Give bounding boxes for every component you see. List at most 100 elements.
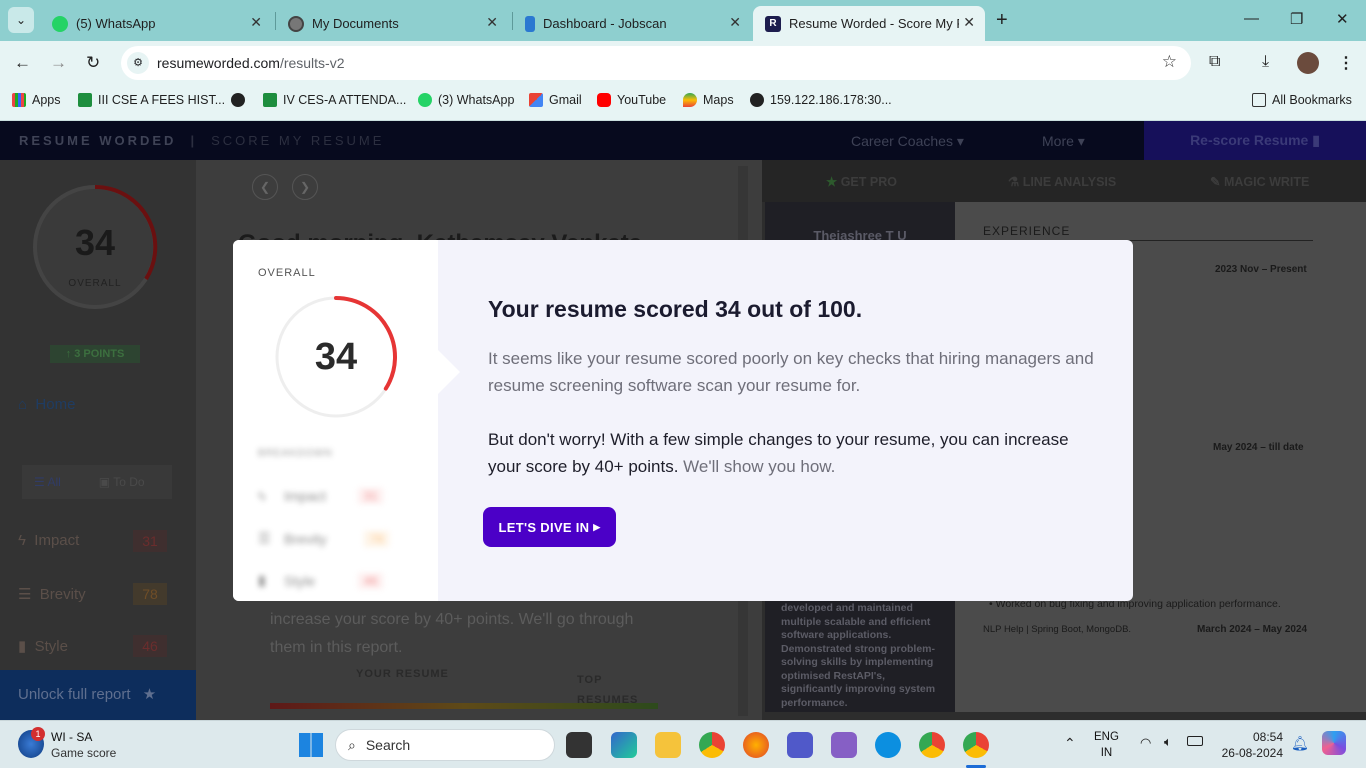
volume-icon[interactable]: 🔈︎ [1164,734,1172,750]
globe-icon [288,15,304,32]
sidebar-home[interactable]: ⌂ Home [18,396,75,413]
sidebar-item-impact[interactable]: ϟ Impact [18,532,79,549]
maps-icon [683,93,697,107]
notification-bell-icon[interactable]: 🔔︎ [1291,735,1309,752]
url-path: /results-v2 [279,55,345,71]
download-icon[interactable]: ⤓ [1262,53,1269,71]
clock[interactable]: 08:54 26-08-2024 [1215,729,1283,761]
bookmark-fees[interactable]: III CSE A FEES HIST... [78,93,225,107]
folder-icon [1252,93,1266,107]
overall-label: OVERALL [258,267,316,279]
browser-toolbar: ← → ↻ ⚙ resumeworded.com/results-v2 ☆ ⧉ … [0,41,1366,85]
firefox-icon[interactable] [743,732,769,758]
tab-line-analysis[interactable]: ⚗ LINE ANALYSIS [1008,174,1116,189]
battery-icon[interactable] [1187,736,1203,746]
forward-button[interactable]: → [50,53,67,73]
filter-toggle[interactable]: ☰ All ▣ To Do [22,465,172,499]
bookmark-globe[interactable] [231,93,251,107]
sheets-icon [263,93,277,107]
chrome-active-icon[interactable] [963,732,989,758]
unlock-full-report-button[interactable]: Unlock full report ★ [0,670,196,720]
breakdown-label: BREAKDOWN [258,448,333,459]
prev-arrow-button[interactable]: ❮ [252,174,278,200]
close-tab-icon[interactable]: ✕ [963,14,975,31]
close-tab-icon[interactable]: ✕ [729,14,741,31]
bookmark-star-icon[interactable]: ☆ [1162,52,1177,72]
next-arrow-button[interactable]: ❯ [292,174,318,200]
close-tab-icon[interactable]: ✕ [250,14,262,31]
skype-icon[interactable] [875,732,901,758]
breakdown-style: ▮ Style 46 [258,572,408,589]
bookmarks-bar: Apps III CSE A FEES HIST... IV CES-A ATT… [0,85,1366,121]
avatar[interactable] [1297,52,1319,74]
bookmark-youtube[interactable]: YouTube [597,93,666,107]
home-icon: ⌂ [18,396,28,413]
bookmark-attendance[interactable]: IV CES-A ATTENDA... [263,93,406,107]
sidebar-item-style[interactable]: ▮ Style [18,637,68,655]
whatsapp-icon [418,93,432,107]
weather-widget[interactable]: WI - SA Game score [51,729,116,761]
modal-score-panel: OVERALL 34 BREAKDOWN ϟ Impact 31 ☰ Brevity 7… [233,240,438,601]
close-tab-icon[interactable]: ✕ [486,14,498,31]
new-tab-button[interactable]: + [996,9,1008,32]
all-bookmarks[interactable]: All Bookmarks [1252,93,1352,107]
chrome-profile-icon[interactable] [919,732,945,758]
file-explorer-icon[interactable] [655,732,681,758]
close-window-button[interactable]: ✕ [1336,10,1349,28]
tab-jobscan[interactable]: Dashboard - Jobscan ✕ [513,6,751,41]
site-info-icon[interactable]: ⚙ [127,52,149,74]
bookmark-whatsapp[interactable]: (3) WhatsApp [418,93,514,107]
modal-paragraph-2: But don't worry! With a few simple chang… [488,430,1069,476]
tab-search-button[interactable]: ⌄ [8,7,34,33]
taskbar-search[interactable]: ⌕ Search [335,729,555,761]
tab-whatsapp[interactable]: (5) WhatsApp ✕ [40,6,272,41]
rescore-button[interactable]: Re-score Resume ▮ [1144,121,1366,160]
chrome-icon[interactable] [699,732,725,758]
windows-start-icon[interactable] [299,733,323,757]
brevity-score: 78 [133,583,167,605]
filter-todo: ▣ To Do [98,475,145,489]
tab-my-documents[interactable]: My Documents ✕ [276,6,508,41]
breakdown-impact: ϟ Impact 31 [258,488,408,504]
site-header: RESUME WORDED | SCORE MY RESUME Career Coa… [0,121,1366,160]
your-resume-label: YOUR RESUME [356,668,449,680]
restore-button[interactable]: ❐ [1290,10,1303,28]
tab-resume-worded[interactable]: R Resume Worded - Score My Re ✕ [753,6,985,41]
menu-icon[interactable]: ⋮ [1338,53,1354,73]
site-logo[interactable]: RESUME WORDED | SCORE MY RESUME [19,133,384,148]
resume-worded-icon: R [765,15,781,32]
minimize-button[interactable]: — [1244,10,1259,27]
bookmark-maps[interactable]: Maps [683,93,734,107]
chevron-up-icon[interactable]: ⌃ [1064,735,1076,752]
bookmark-gmail[interactable]: Gmail [529,93,582,107]
edge-icon[interactable] [611,732,637,758]
youtube-icon [597,93,611,107]
bookmark-apps[interactable]: Apps [12,93,61,107]
modal-headline: Your resume scored 34 out of 100. [488,296,863,322]
tab-title: Resume Worded - Score My Re [789,16,959,31]
nav-career-coaches[interactable]: Career Coaches ▾ [851,133,964,150]
sidebar-score: 34 [74,222,116,263]
tab-magic-write[interactable]: ✎ MAGIC WRITE [1210,174,1309,189]
reload-button[interactable]: ↻ [86,53,100,73]
notification-badge: 1 [31,727,45,741]
visual-studio-icon[interactable] [831,732,857,758]
teams-icon[interactable] [787,732,813,758]
language-indicator[interactable]: ENG IN [1094,729,1119,761]
extensions-icon[interactable]: ⧉ [1209,53,1220,71]
sidebar: 34 OVERALL ↑ 3 POINTS ⌂ Home ☰ All ▣ To D… [0,160,196,720]
task-view-icon[interactable] [566,732,592,758]
score-scale-bar [270,703,658,709]
back-button[interactable]: ← [14,53,31,73]
filter-all: ☰ All [34,475,61,489]
impact-score: 31 [133,530,167,552]
nav-more[interactable]: More ▾ [1042,133,1085,150]
bookmark-ip[interactable]: 159.122.186.178:30... [750,93,892,107]
lets-dive-in-button[interactable]: LET'S DIVE IN ▶ [483,507,616,547]
sidebar-item-brevity[interactable]: ☰ Brevity [18,585,86,603]
copilot-icon[interactable] [1322,731,1346,755]
wifi-icon[interactable]: ◠ [1140,735,1151,751]
tab-get-pro[interactable]: ★ GET PRO [826,174,897,189]
address-bar[interactable]: ⚙ resumeworded.com/results-v2 ☆ [121,46,1191,80]
apps-grid-icon [12,93,26,107]
